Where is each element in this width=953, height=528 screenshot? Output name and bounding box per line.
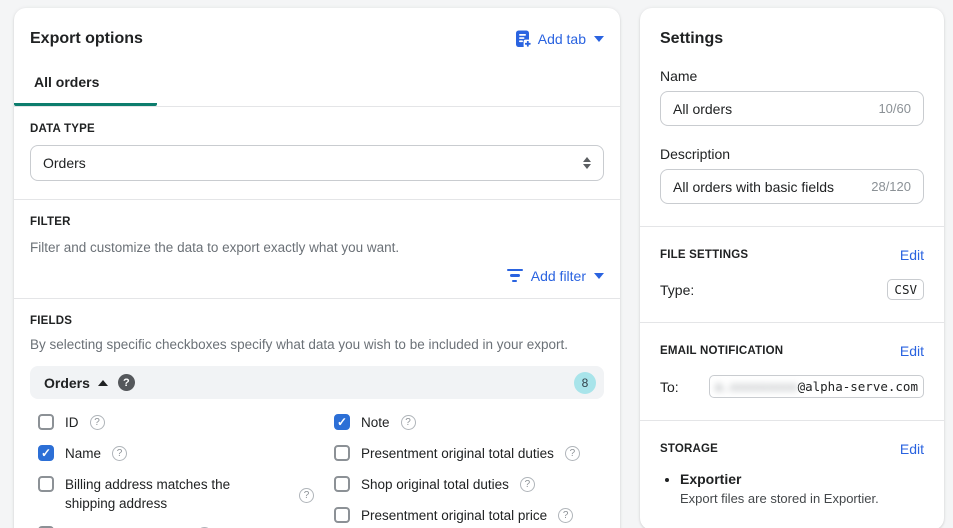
description-input-value: All orders with basic fields [673,178,835,195]
export-card-header: Export options Add tab [14,8,620,48]
fields-grid: ID Name Billing address matches the ship… [30,399,604,528]
email-redacted-part: a.xxxxxxxxx [714,379,798,394]
storage-provider-description: Export files are stored in Exportier. [680,491,879,506]
checkbox[interactable] [334,414,350,431]
file-settings-label: FILE SETTINGS [660,249,749,261]
checkbox[interactable] [38,445,54,462]
data-type-selected-value: Orders [43,155,86,171]
settings-title: Settings [660,30,724,47]
email-address-box: a.xxxxxxxxx @alpha-serve.com [708,375,924,398]
add-filter-row: Add filter [14,258,620,298]
name-input-value: All orders [673,100,733,117]
add-tab-label: Add tab [537,31,586,47]
settings-card-body: Settings Name All orders 10/60 Descripti… [640,8,944,204]
checkbox-label: Name [65,446,102,462]
data-type-label: DATA TYPE [30,123,95,135]
fields-column-right: Note Presentment original total duties S… [334,413,604,528]
email-notification-edit-link[interactable]: Edit [900,343,924,359]
select-stepper-icon [583,157,591,169]
selected-count-badge: 8 [574,371,596,394]
name-input[interactable]: All orders 10/60 [660,91,924,126]
add-tab-icon [514,30,532,48]
storage-edit-link[interactable]: Edit [900,441,924,457]
email-domain-part: @alpha-serve.com [797,379,918,394]
description-char-counter: 28/120 [871,179,911,194]
checkbox[interactable] [38,476,54,493]
help-icon[interactable] [558,508,574,524]
filter-description: Filter and customize the data to export … [30,240,400,255]
orders-group-header[interactable]: Orders 8 [30,366,604,400]
storage-provider-name: Exportier [680,471,742,487]
orders-group-name: Orders [44,374,90,391]
description-input[interactable]: All orders with basic fields 28/120 [660,169,924,204]
data-type-section: DATA TYPE Orders [14,107,620,181]
help-icon[interactable] [112,446,128,462]
add-tab-button[interactable]: Add tab [514,30,604,48]
fields-section: FIELDS By selecting specific checkboxes … [14,299,620,528]
chevron-down-icon [594,36,604,42]
type-label: Type: [660,281,695,298]
field-row-presentment-price: Presentment original total price [334,506,604,525]
description-field-label: Description [660,146,731,162]
chevron-down-icon [594,272,604,279]
help-icon[interactable] [400,415,416,431]
settings-card: Settings Name All orders 10/60 Descripti… [640,8,944,528]
storage-provider-list: Exportier Export files are stored in Exp… [680,471,924,528]
orders-help-icon[interactable] [117,374,135,392]
filter-icon [506,268,523,283]
page: Export options Add tab All orders DATA T… [0,0,953,528]
file-type-badge: CSV [887,279,924,300]
to-label: To: [660,378,679,395]
checkbox-label: Note [361,415,390,431]
storage-section: STORAGE Edit Exportier Export files are … [640,441,944,528]
divider [640,226,944,227]
file-settings-section: FILE SETTINGS Edit Type: CSV [640,247,944,300]
checkbox-label: Billing address matches the shipping add… [65,477,231,512]
fields-column-left: ID Name Billing address matches the ship… [38,413,318,528]
checkbox-label: ID [65,415,79,431]
divider [640,420,944,421]
name-field-label: Name [660,68,698,84]
help-icon[interactable] [564,446,580,462]
file-settings-edit-link[interactable]: Edit [900,247,924,263]
checkbox-label: Presentment original total price [361,508,548,524]
field-row-shop-duties: Shop original total duties [334,475,604,494]
storage-label: STORAGE [660,443,719,455]
checkbox[interactable] [334,445,350,462]
field-row-id: ID [38,413,318,432]
filter-label: FILTER [30,216,71,228]
fields-description: By selecting specific checkboxes specify… [30,336,569,352]
checkbox[interactable] [334,476,350,493]
checkbox-label: Presentment original total duties [361,446,554,462]
collapse-arrow-icon [97,379,108,386]
field-row-presentment-duties: Presentment original total duties [334,444,604,463]
data-type-select[interactable]: Orders [30,145,604,181]
export-options-card: Export options Add tab All orders DATA T… [14,8,620,528]
filter-section: FILTER Filter and customize the data to … [14,200,620,258]
export-options-title: Export options [30,30,143,47]
tab-all-orders[interactable]: All orders [14,66,157,106]
checkbox[interactable] [38,414,54,431]
checkbox[interactable] [334,507,350,524]
field-row-billing-address: Billing address matches the shipping add… [38,475,318,513]
email-notification-section: EMAIL NOTIFICATION Edit To: a.xxxxxxxxx @… [640,343,944,398]
fields-label: FIELDS [30,314,73,327]
add-filter-button[interactable]: Add filter [506,267,604,284]
checkbox-label: Shop original total duties [361,477,509,493]
field-row-note: Note [334,413,604,432]
help-icon[interactable] [299,487,314,503]
divider [640,322,944,323]
add-filter-label: Add filter [530,267,586,284]
email-notification-label: EMAIL NOTIFICATION [660,345,784,357]
tab-bar: All orders [14,66,620,107]
help-icon[interactable] [89,415,105,431]
field-row-name: Name [38,444,318,463]
help-icon[interactable] [519,477,535,493]
name-char-counter: 10/60 [878,101,911,116]
storage-provider-item: Exportier Export files are stored in Exp… [680,471,924,508]
